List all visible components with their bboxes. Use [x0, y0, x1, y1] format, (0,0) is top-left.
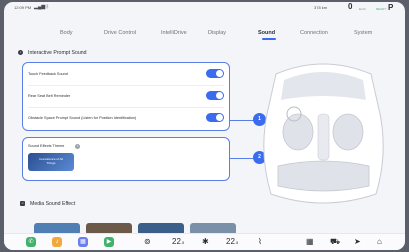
divider — [28, 107, 224, 108]
bottom-dock: ✆ ♪ ▦ ▶ ⊚ 22.5 ✱ 22.5 ⌇ ▦ ⛟ ➤ ⌂ — [4, 233, 405, 250]
status-time: 12:09 PM — [14, 5, 32, 10]
toggle-knob — [216, 70, 223, 77]
media-section-title: Media Sound Effect — [30, 201, 76, 207]
left-temp-value: 22 — [172, 237, 181, 246]
row-label: Touch Feedback Sound — [28, 72, 68, 76]
toggle-knob — [216, 92, 223, 99]
toggle-knob — [216, 114, 223, 121]
phone-app-icon[interactable]: ✆ — [26, 237, 36, 247]
steering-heat-icon[interactable]: ⊚ — [144, 237, 151, 246]
section-title: Interactive Prompt Sound — [28, 50, 87, 56]
tab-sound[interactable]: Sound — [258, 30, 275, 36]
signal-icon: ▂▄▆ — [34, 4, 46, 10]
right-temp-decimal: .5 — [234, 240, 239, 245]
ready-indicator: READY — [376, 7, 387, 11]
theme-option-tile[interactable]: Coexistence of All Things — [28, 153, 74, 171]
tab-display[interactable]: Display — [208, 30, 226, 36]
sound-prompt-icon: ♪ — [18, 50, 23, 55]
navigation-icon[interactable]: ➤ — [354, 237, 361, 246]
car-interior-illustration — [263, 63, 384, 204]
media-sound-icon: ♫ — [20, 201, 25, 206]
right-temp-value: 22 — [226, 237, 235, 246]
setting-row-touch-feedback: Touch Feedback Sound — [23, 66, 229, 84]
divider — [28, 85, 224, 86]
tab-connection[interactable]: Connection — [300, 30, 328, 36]
bluetooth-icon: ᛒ — [46, 4, 50, 10]
car-icon[interactable]: ⛟ — [330, 237, 340, 247]
setting-row-obstacle-space: Obstacle Space Prompt Sound (Listen for … — [23, 110, 229, 128]
obstacle-space-toggle[interactable] — [206, 113, 224, 122]
active-tab-indicator — [262, 38, 276, 40]
speed-value: 0 — [348, 2, 353, 11]
grid-menu-icon[interactable]: ▦ — [306, 237, 314, 246]
theme-option-label: Coexistence of All Things — [28, 157, 74, 165]
row-label: Rear Seat Belt Reminder — [28, 94, 71, 98]
theme-label: Sound Effects Theme — [28, 144, 65, 148]
tab-system[interactable]: System — [354, 30, 372, 36]
setting-row-rear-seat-belt: Rear Seat Belt Reminder — [23, 88, 229, 106]
speed-unit: km/h — [359, 7, 366, 11]
left-temperature[interactable]: 22.5 — [172, 237, 184, 246]
tab-drive-control[interactable]: Drive Control — [104, 30, 136, 36]
media-app-icon[interactable]: ▶ — [104, 237, 114, 247]
gear-indicator: P — [388, 3, 394, 12]
fan-icon[interactable]: ✱ — [202, 237, 209, 246]
touch-feedback-toggle[interactable] — [206, 69, 224, 78]
tab-intellidrive[interactable]: IntelliDrive — [161, 30, 187, 36]
home-icon[interactable]: ⌂ — [377, 237, 382, 246]
prompt-sound-card: Touch Feedback Sound Rear Seat Belt Remi… — [22, 62, 230, 131]
right-temperature[interactable]: 22.5 — [226, 237, 238, 246]
apps-icon[interactable]: ▦ — [78, 237, 88, 247]
settings-screen: 12:09 PM ▂▄▆ ᛒ 378 km 0 km/h READY P Bod… — [4, 2, 405, 250]
theme-line-2: Things — [46, 161, 56, 165]
tab-body[interactable]: Body — [60, 30, 73, 36]
sound-theme-card: Sound Effects Theme i Coexistence of All… — [22, 137, 230, 181]
rear-seat-belt-toggle[interactable] — [206, 91, 224, 100]
battery-range: 378 km — [314, 5, 328, 10]
left-temp-decimal: .5 — [180, 240, 185, 245]
seat-heat-icon[interactable]: ⌇ — [258, 237, 262, 246]
info-icon[interactable]: i — [75, 144, 80, 149]
status-bar: 12:09 PM ▂▄▆ ᛒ 378 km 0 km/h READY P — [4, 2, 405, 14]
row-label: Obstacle Space Prompt Sound (Listen for … — [28, 116, 137, 120]
music-app-icon[interactable]: ♪ — [52, 237, 62, 247]
